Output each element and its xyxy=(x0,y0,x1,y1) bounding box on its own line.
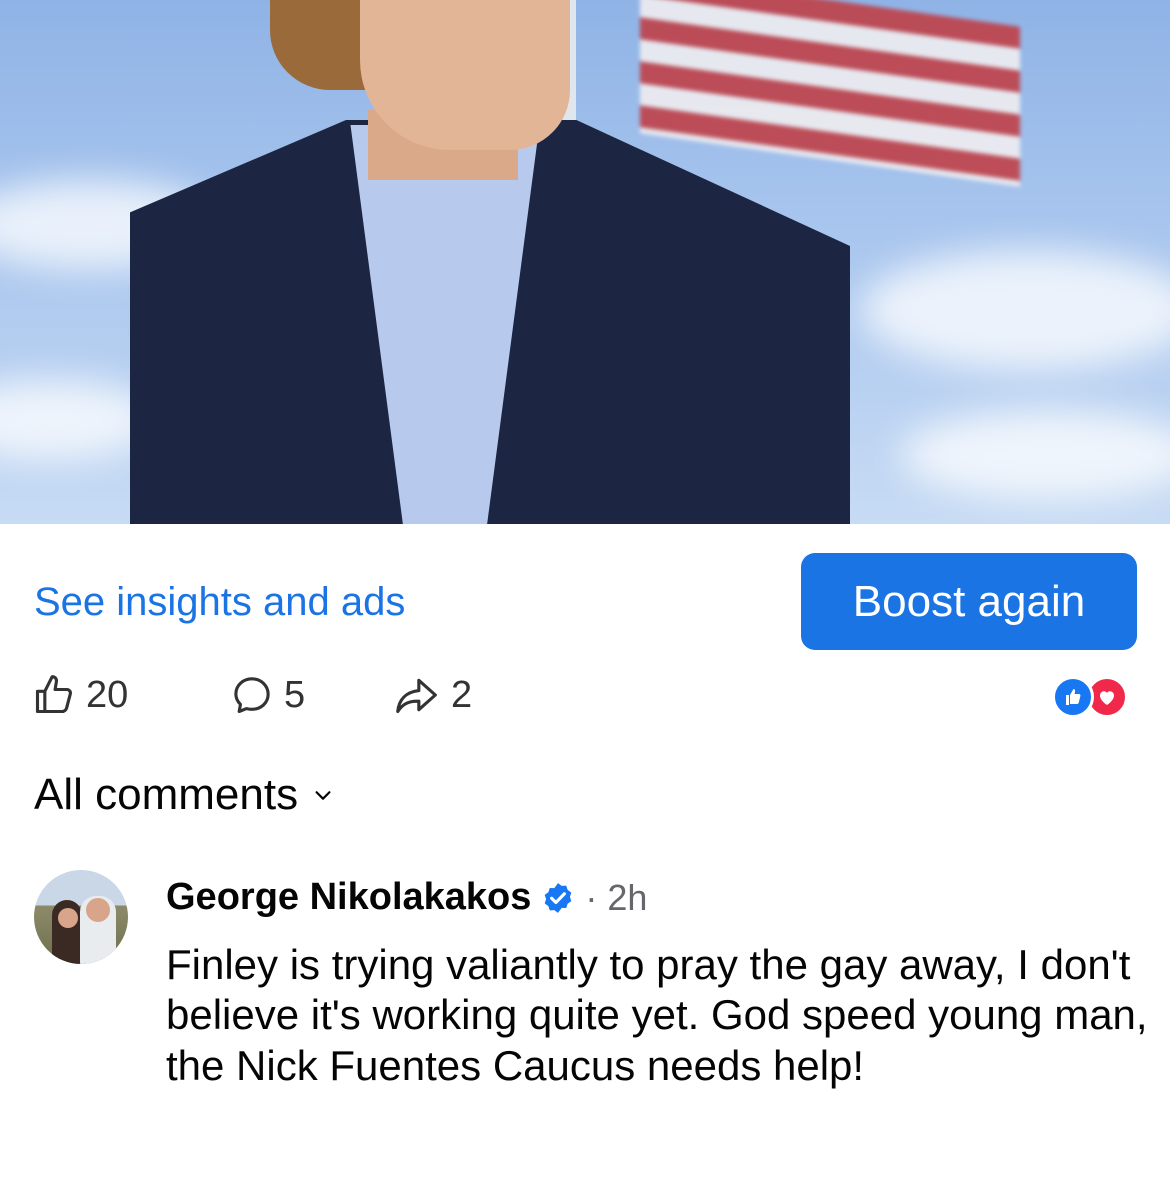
reaction-summary[interactable] xyxy=(1052,676,1142,722)
comment-timestamp[interactable]: 2h xyxy=(607,877,647,919)
avatar-face xyxy=(58,908,78,928)
post-photo[interactable] xyxy=(0,0,1170,524)
like-button[interactable]: 20 xyxy=(32,670,128,720)
comment-bubble-icon xyxy=(234,677,270,714)
cloud xyxy=(860,250,1170,370)
share-button[interactable]: 2 xyxy=(393,670,472,720)
comment-text: Finley is trying valiantly to pray the g… xyxy=(166,941,1148,1089)
chevron-down-icon xyxy=(315,791,331,800)
all-comments-filter[interactable]: All comments xyxy=(34,770,334,820)
like-count: 20 xyxy=(86,673,129,716)
share-arrow-icon xyxy=(396,678,437,714)
person-face xyxy=(360,0,570,150)
all-comments-label: All comments xyxy=(34,770,299,819)
american-flag xyxy=(640,0,1020,187)
comment-author[interactable]: George Nikolakakos xyxy=(166,876,531,919)
like-reaction-icon xyxy=(1052,676,1094,718)
avatar-face xyxy=(86,898,110,922)
comment-separator: · xyxy=(585,876,598,918)
cloud xyxy=(900,410,1170,500)
comment-button[interactable]: 5 xyxy=(230,670,305,720)
avatar[interactable] xyxy=(34,870,128,964)
boost-again-button[interactable]: Boost again xyxy=(801,553,1137,650)
share-count: 2 xyxy=(451,673,473,716)
comment-count: 5 xyxy=(284,673,306,716)
comment-header: George Nikolakakos · 2h xyxy=(166,876,647,919)
see-insights-link[interactable]: See insights and ads xyxy=(34,580,405,625)
verified-badge-icon xyxy=(545,882,572,913)
thumbs-up-icon xyxy=(35,675,72,714)
